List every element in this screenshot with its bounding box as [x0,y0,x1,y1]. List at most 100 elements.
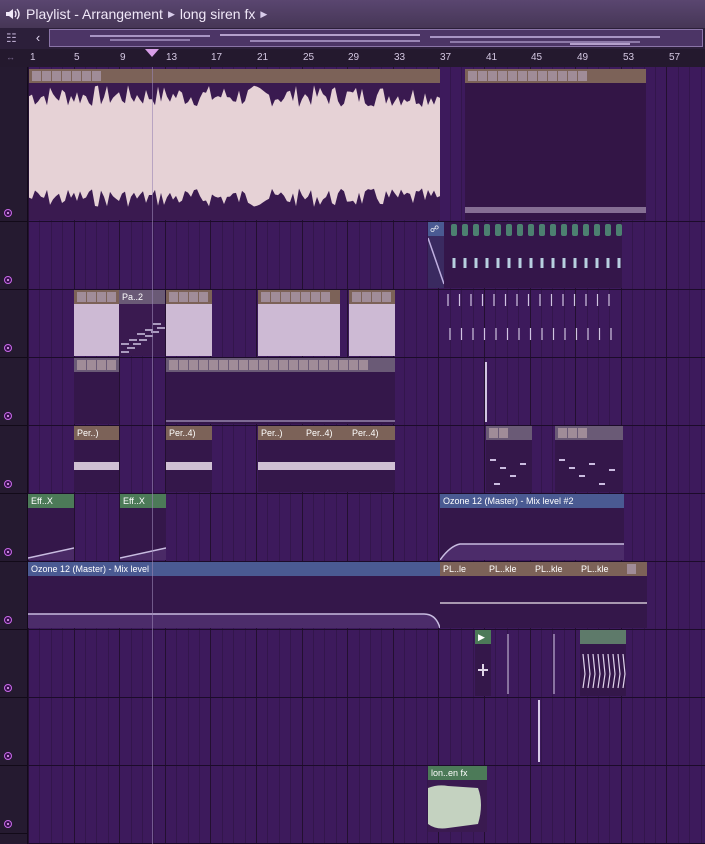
bar-number: 45 [531,52,543,63]
automation-clip[interactable]: ☍ [428,222,444,288]
audio-clip[interactable] [258,290,340,356]
audio-clip[interactable]: PL..kle [578,562,624,628]
audio-clip[interactable]: Per..) [258,426,303,492]
track-lane[interactable] [28,766,705,844]
clip-header [465,69,646,83]
waveform [258,304,340,356]
track-lane[interactable] [28,698,705,766]
mute-toggle-icon[interactable] [4,480,12,488]
track-header[interactable] [0,222,27,290]
clip-header [166,290,212,304]
mute-toggle-icon[interactable] [4,412,12,420]
pattern-clip[interactable] [486,426,532,492]
bar-number: 49 [577,52,589,63]
mute-toggle-icon[interactable] [4,820,12,828]
waveform [465,83,646,220]
audio-clip[interactable]: ▶ [475,630,491,696]
clip-label: Ozone 12 (Master) - Mix level #2 [440,494,624,508]
bar-number: 25 [303,52,315,63]
clip-label: Eff..X [120,494,166,508]
track-header[interactable] [0,358,27,426]
bar-number: 17 [211,52,223,63]
track-header[interactable] [0,630,27,698]
pattern-clip[interactable]: Pa..2 [119,290,165,356]
timeline-ruler[interactable]: ↔ 1 5 9 13 17 21 25 29 33 37 41 45 49 53… [0,49,705,68]
audio-clip[interactable] [29,69,440,220]
playhead-marker[interactable] [145,49,159,57]
mute-toggle-icon[interactable] [4,752,12,760]
playlist-title: Playlist - Arrangement [26,6,163,22]
audio-clip[interactable] [74,290,119,356]
audio-clip[interactable]: lon..en fx [428,766,487,832]
audio-clip[interactable] [166,290,212,356]
track-header[interactable] [0,494,27,562]
bar-number: 37 [440,52,452,63]
triangle-right-icon[interactable]: ▶ [260,9,267,20]
automation-clip[interactable]: Ozone 12 (Master) - Mix level #2 [440,494,624,560]
track-header[interactable] [0,562,27,630]
audio-clip[interactable] [624,562,647,628]
automation-icon: ☍ [428,222,444,236]
automation-clip[interactable]: Eff..X [28,494,74,560]
selected-pattern-name[interactable]: long siren fx [180,6,255,22]
clip-label: Per..4) [303,426,349,440]
audio-clip[interactable]: Per..4) [166,426,212,492]
clip-label: Per..4) [349,426,395,440]
mute-toggle-icon[interactable] [4,344,12,352]
mute-toggle-icon[interactable] [4,209,12,217]
pattern-clip[interactable] [506,630,586,696]
speaker-icon[interactable] [0,0,26,28]
scroll-left-icon[interactable]: ‹ [30,29,46,47]
track-header[interactable] [0,766,27,834]
clip-header: ▶ [475,630,491,644]
clip-label: Per..4) [166,426,212,440]
audio-clip[interactable] [465,69,646,220]
waveform [349,304,395,356]
audio-clip[interactable]: Per..4) [303,426,349,492]
track-header[interactable] [0,67,27,222]
pattern-clip[interactable] [74,358,119,424]
piano-icon[interactable]: ☷ [6,31,17,45]
track-header[interactable] [0,290,27,358]
clip-header [258,290,340,304]
triangle-right-icon: ▶ [167,8,175,19]
audio-clip[interactable]: PL..le [440,562,486,628]
bar-number: 53 [623,52,635,63]
track-header[interactable] [0,426,27,494]
snap-icon[interactable]: ↔ [6,52,15,62]
audio-clip[interactable]: PL..kle [486,562,532,628]
playlist-tracks: ☍ Pa..2 Per..) Per..4) Per..) Per..4) Pe… [0,67,705,844]
automation-clip[interactable]: Eff..X [120,494,166,560]
audio-clip[interactable]: Per..4) [349,426,395,492]
track-header[interactable] [0,698,27,766]
arrangement-grid[interactable]: ☍ Pa..2 Per..) Per..4) Per..) Per..4) Pe… [28,67,705,844]
bar-number: 57 [669,52,681,63]
clip-header [624,562,647,576]
audio-clip[interactable] [483,358,489,424]
audio-clip[interactable] [349,290,395,356]
clip-label: lon..en fx [428,766,487,780]
audio-clip[interactable]: PL..kle [532,562,578,628]
waveform [29,83,440,220]
clip-label: Ozone 12 (Master) - Mix level [28,562,440,576]
mute-toggle-icon[interactable] [4,548,12,556]
clip-header [74,358,119,372]
pattern-clip[interactable] [166,358,395,424]
audio-clip[interactable] [536,698,542,764]
automation-clip[interactable]: Ozone 12 (Master) - Mix level [28,562,440,628]
waveform [74,304,119,356]
pattern-clip[interactable] [580,630,626,696]
clip-header [166,358,395,372]
waveform [166,304,212,356]
track-header-column [0,67,28,844]
pattern-clip[interactable] [555,426,623,492]
mute-toggle-icon[interactable] [4,276,12,284]
bar-number: 9 [120,52,126,63]
mute-toggle-icon[interactable] [4,616,12,624]
pattern-clip[interactable] [440,290,618,356]
arrangement-overview[interactable] [49,29,703,47]
clip-label: PL..kle [578,562,624,576]
audio-clip[interactable]: Per..) [74,426,119,492]
mute-toggle-icon[interactable] [4,684,12,692]
pattern-clip[interactable] [444,222,622,288]
